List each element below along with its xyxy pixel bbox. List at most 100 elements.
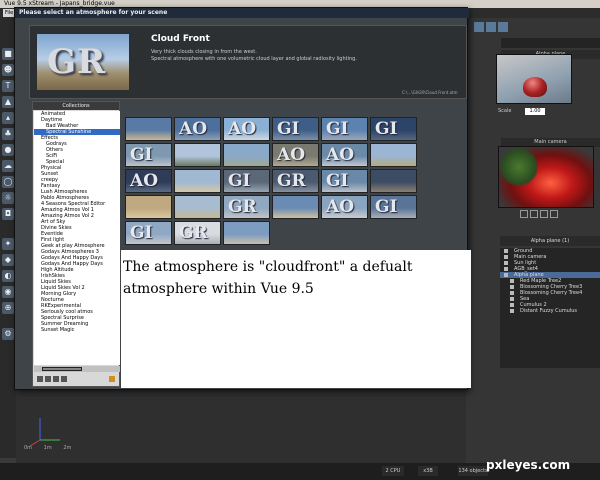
new-collection-icon[interactable]: [37, 376, 43, 382]
annotation-text: The atmosphere is "cloudfront" a defualt…: [123, 259, 413, 297]
object-icon: [510, 303, 514, 307]
rock-tool-icon[interactable]: ●: [2, 144, 14, 156]
scene-item[interactable]: Distant Fuzzy Cumulus: [500, 308, 600, 314]
atmosphere-thumbnail[interactable]: GI: [321, 117, 368, 141]
preset-description: Very thick clouds closing in from the we…: [151, 49, 451, 63]
atmosphere-thumbnail[interactable]: [370, 169, 417, 193]
light-tool-icon[interactable]: ☼: [2, 192, 14, 204]
atmosphere-thumbnail[interactable]: GR: [272, 169, 319, 193]
thumbnail-label: AO: [130, 171, 158, 191]
object-icon: [510, 297, 514, 301]
thumbnail-label: GI: [326, 119, 349, 139]
pan-icon[interactable]: [520, 210, 528, 218]
scene-tree[interactable]: Ground Main camera Sun light AGB_set4 Alpha …: [500, 248, 600, 368]
atmosphere-thumbnail[interactable]: [174, 195, 221, 219]
atmosphere-thumbnail[interactable]: GR: [174, 221, 221, 245]
cloud-tool-icon[interactable]: ☁: [2, 160, 14, 172]
collections-list[interactable]: Animated Daytime Bad Weather Spectral Sunsh…: [34, 111, 120, 365]
camera-tool-icon[interactable]: ◘: [2, 208, 14, 220]
atmosphere-thumbnail[interactable]: GI: [223, 169, 270, 193]
metablob-tool-icon[interactable]: ◉: [2, 286, 14, 298]
atmosphere-thumbnail[interactable]: [370, 143, 417, 167]
atmosphere-thumbnail[interactable]: AO: [223, 117, 270, 141]
atmosphere-thumbnail[interactable]: AO: [174, 117, 221, 141]
object-icon: [510, 291, 514, 295]
atmosphere-thumbnail[interactable]: [223, 143, 270, 167]
boolean-tool-icon[interactable]: ◐: [2, 270, 14, 282]
atmosphere-thumbnail[interactable]: GI: [272, 117, 319, 141]
scale-mark: 0m: [24, 445, 33, 451]
thumbnail-label: GI: [130, 145, 153, 165]
object-icon: [504, 273, 508, 277]
thumbnail-label: GR: [277, 171, 306, 191]
object-tool-icon[interactable]: ■: [2, 48, 14, 60]
thumbnail-label: AO: [179, 119, 207, 139]
scrollbar-thumb[interactable]: [42, 367, 82, 371]
grid-icon[interactable]: [498, 22, 508, 32]
scale-input[interactable]: 1.00: [525, 108, 546, 115]
collections-panel: Collections Animated Daytime Bad Weather Sp…: [32, 101, 120, 387]
delete-icon[interactable]: [61, 376, 67, 382]
thumbnail-label: GI: [326, 171, 349, 191]
scale-row: Scale 1.00: [498, 108, 546, 115]
plant-tool-icon[interactable]: ♣: [2, 128, 14, 140]
atmosphere-thumbnail[interactable]: [125, 195, 172, 219]
object-count: 134 objects: [458, 466, 488, 476]
person-tool-icon[interactable]: ☻: [2, 64, 14, 76]
symmetry-tool-icon[interactable]: ⊕: [2, 302, 14, 314]
atmosphere-thumbnail[interactable]: AO: [125, 169, 172, 193]
camera-preview[interactable]: [498, 146, 594, 208]
display-icon[interactable]: [486, 22, 496, 32]
atmosphere-thumbnail[interactable]: GI: [370, 117, 417, 141]
object-icon: [504, 267, 508, 271]
thumbnail-label: GR: [228, 197, 257, 217]
camera-nav-controls[interactable]: [520, 210, 580, 226]
atmosphere-thumbnail[interactable]: GI: [370, 195, 417, 219]
gear-icon[interactable]: ⚙: [2, 328, 14, 340]
rotate-icon[interactable]: [540, 210, 548, 218]
render-icon[interactable]: [474, 22, 484, 32]
sphere-tool-icon[interactable]: ◯: [2, 176, 14, 188]
atmosphere-thumbnail[interactable]: AO: [272, 143, 319, 167]
atmosphere-thumbnail[interactable]: GI: [125, 143, 172, 167]
open-icon[interactable]: [45, 376, 51, 382]
atmosphere-thumbnail[interactable]: AO: [321, 195, 368, 219]
object-icon: [504, 249, 508, 253]
preview-object: [523, 77, 547, 97]
material-preview[interactable]: [496, 54, 572, 104]
panel-tabbar[interactable]: [501, 38, 600, 48]
frame-icon[interactable]: [550, 210, 558, 218]
favorite-icon[interactable]: [109, 376, 115, 382]
preset-path: C:\...\GI\GR\Cloud Front.atm: [402, 90, 458, 95]
atmosphere-dialog: Please select an atmosphere for your sce…: [14, 7, 471, 390]
atmosphere-thumbnail[interactable]: [125, 117, 172, 141]
annotation-box: The atmosphere is "cloudfront" a defualt…: [121, 250, 471, 388]
thumbnail-label: GR: [179, 223, 208, 243]
terrain-tool-icon[interactable]: ▲: [2, 96, 14, 108]
atmosphere-thumbnail[interactable]: AO: [321, 143, 368, 167]
save-icon[interactable]: [53, 376, 59, 382]
object-icon: [504, 261, 508, 265]
atmosphere-thumbnail[interactable]: GI: [321, 169, 368, 193]
atmosphere-thumbnail[interactable]: [174, 169, 221, 193]
axis-gizmo-icon: [29, 418, 60, 447]
text-tool-icon[interactable]: T: [2, 80, 14, 92]
mountain-tool-icon[interactable]: ▴: [2, 112, 14, 124]
atmosphere-thumbnail[interactable]: [223, 221, 270, 245]
thumbnail-label: AO: [326, 197, 354, 217]
sun-tool-icon[interactable]: ✦: [2, 238, 14, 250]
scale-mark: 1m: [43, 445, 52, 451]
collections-scrollbar[interactable]: [34, 366, 120, 372]
atmosphere-thumbnail[interactable]: GR: [223, 195, 270, 219]
atmosphere-thumbnail[interactable]: [272, 195, 319, 219]
atmosphere-thumbnail[interactable]: [174, 143, 221, 167]
collection-item[interactable]: Sunset Magic: [34, 327, 120, 333]
zoom-icon[interactable]: [530, 210, 538, 218]
thumbnail-label: AO: [277, 145, 305, 165]
group-tool-icon[interactable]: ◆: [2, 254, 14, 266]
preset-header: GR Cloud Front Very thick clouds closing…: [29, 25, 467, 99]
panel-tool-icons: [474, 22, 514, 36]
atmosphere-thumbnail[interactable]: GI: [125, 221, 172, 245]
scale-mark: 2m: [63, 445, 72, 451]
cpu-status: 2 CPU: [382, 466, 404, 476]
